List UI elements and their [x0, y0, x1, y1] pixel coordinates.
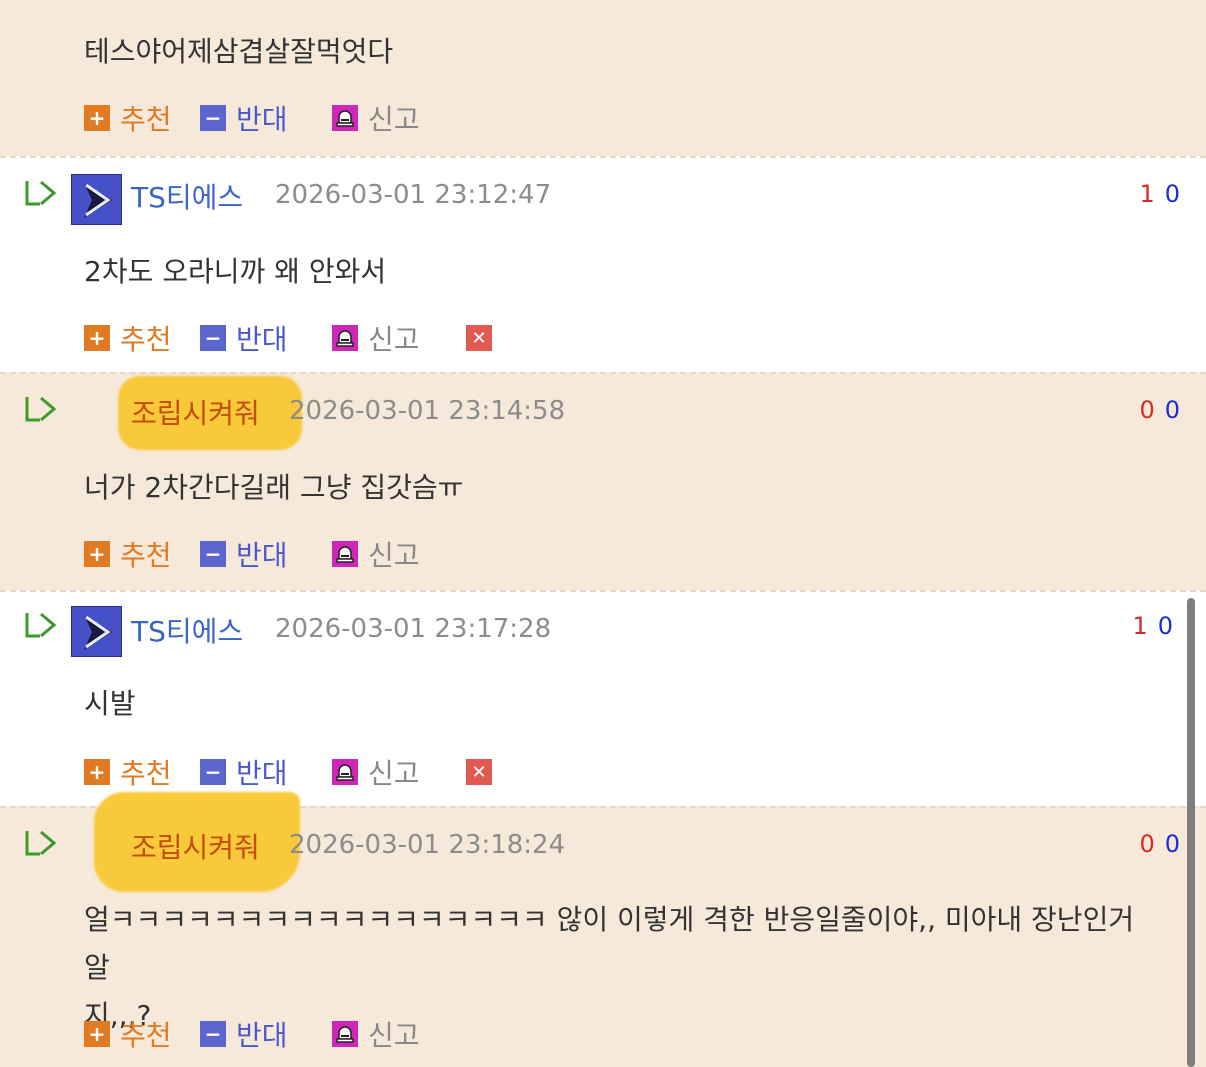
avatar[interactable]	[71, 606, 122, 657]
comment-item: 테스야어제삼겹살잘먹엇다 + 추천 − 반대 신고	[0, 0, 1206, 156]
vote-down-count: 0	[1164, 396, 1180, 424]
report-label: 신고	[368, 757, 420, 790]
plus-icon: +	[84, 1021, 110, 1047]
minus-icon: −	[200, 759, 226, 785]
siren-icon	[332, 541, 358, 567]
report-label: 신고	[368, 1019, 420, 1052]
recommend-label: 추천	[120, 103, 172, 136]
comment-text: 너가 2차간다길래 그냥 집갓슴ㅠ	[84, 471, 464, 504]
plus-icon: +	[84, 759, 110, 785]
close-icon: ✕	[466, 325, 492, 351]
timestamp: 2026-03-01 23:17:28	[275, 614, 552, 644]
oppose-label: 반대	[236, 1019, 288, 1052]
comment-item: TS티에스 2026-03-01 23:12:47 10 2차도 오라니까 왜 …	[0, 156, 1206, 372]
recommend-button[interactable]: + 추천	[84, 1016, 172, 1052]
vote-counts: 10	[1139, 180, 1180, 208]
avatar[interactable]	[71, 174, 122, 225]
oppose-button[interactable]: − 반대	[200, 754, 288, 790]
oppose-label: 반대	[236, 757, 288, 790]
oppose-button[interactable]: − 반대	[200, 100, 288, 136]
report-label: 신고	[368, 103, 420, 136]
reply-arrow-icon	[25, 396, 57, 422]
comment-item: 조립시켜줘 2026-03-01 23:14:58 00 너가 2차간다길래 그…	[0, 372, 1206, 590]
plus-icon: +	[84, 325, 110, 351]
play-arrow-avatar-icon	[72, 607, 121, 656]
timestamp: 2026-03-01 23:12:47	[275, 180, 552, 210]
timestamp: 2026-03-01 23:18:24	[289, 830, 566, 860]
nickname[interactable]: TS티에스	[131, 610, 243, 650]
minus-icon: −	[200, 325, 226, 351]
comment-text: 2차도 오라니까 왜 안와서	[84, 255, 387, 288]
siren-icon	[332, 105, 358, 131]
delete-button[interactable]: ✕	[466, 320, 492, 356]
comment-text: 테스야어제삼겹살잘먹엇다	[84, 35, 394, 68]
comment-text: 시발	[84, 687, 136, 720]
minus-icon: −	[200, 105, 226, 131]
reply-arrow-icon	[25, 612, 57, 638]
reply-arrow-icon	[25, 830, 57, 856]
comment-item: TS티에스 2026-03-01 23:17:28 10 시발 + 추천 − 반…	[0, 590, 1206, 806]
oppose-label: 반대	[236, 539, 288, 572]
vote-up-count: 0	[1139, 396, 1155, 424]
recommend-button[interactable]: + 추천	[84, 100, 172, 136]
recommend-label: 추천	[120, 757, 172, 790]
vote-down-count: 0	[1157, 612, 1173, 640]
report-label: 신고	[368, 323, 420, 356]
siren-icon	[332, 759, 358, 785]
scrollbar[interactable]	[1187, 598, 1195, 1067]
recommend-label: 추천	[120, 323, 172, 356]
report-button[interactable]: 신고	[332, 1016, 420, 1052]
recommend-label: 추천	[120, 539, 172, 572]
oppose-button[interactable]: − 반대	[200, 536, 288, 572]
report-button[interactable]: 신고	[332, 100, 420, 136]
comment-actions: + 추천 − 반대 신고	[84, 1016, 544, 1052]
delete-button[interactable]: ✕	[466, 754, 492, 790]
vote-counts: 00	[1139, 830, 1180, 858]
comment-actions: + 추천 − 반대 신고 ✕	[84, 320, 544, 356]
report-button[interactable]: 신고	[332, 320, 420, 356]
vote-down-count: 0	[1164, 830, 1180, 858]
vote-up-count: 1	[1132, 612, 1148, 640]
plus-icon: +	[84, 541, 110, 567]
oppose-button[interactable]: − 반대	[200, 1016, 288, 1052]
comment-actions: + 추천 − 반대 신고	[84, 536, 544, 572]
minus-icon: −	[200, 1021, 226, 1047]
vote-up-count: 1	[1139, 180, 1155, 208]
report-button[interactable]: 신고	[332, 536, 420, 572]
siren-icon	[332, 1021, 358, 1047]
vote-down-count: 0	[1164, 180, 1180, 208]
comment-item: 조립시켜줘 2026-03-01 23:18:24 00 얼ㅋㅋㅋㅋㅋㅋㅋㅋㅋㅋ…	[0, 792, 1206, 1067]
report-label: 신고	[368, 539, 420, 572]
recommend-button[interactable]: + 추천	[84, 754, 172, 790]
recommend-label: 추천	[120, 1019, 172, 1052]
siren-icon	[332, 325, 358, 351]
nickname[interactable]: 조립시켜줘	[131, 392, 260, 432]
nickname[interactable]: TS티에스	[131, 176, 243, 216]
oppose-button[interactable]: − 반대	[200, 320, 288, 356]
recommend-button[interactable]: + 추천	[84, 320, 172, 356]
comment-actions: + 추천 − 반대 신고 ✕	[84, 754, 544, 790]
nickname[interactable]: 조립시켜줘	[131, 826, 260, 866]
vote-counts: 10	[1132, 612, 1173, 640]
oppose-label: 반대	[236, 323, 288, 356]
oppose-label: 반대	[236, 103, 288, 136]
vote-up-count: 0	[1139, 830, 1155, 858]
comment-actions: + 추천 − 반대 신고	[84, 100, 544, 136]
minus-icon: −	[200, 541, 226, 567]
timestamp: 2026-03-01 23:14:58	[289, 396, 566, 426]
recommend-button[interactable]: + 추천	[84, 536, 172, 572]
vote-counts: 00	[1139, 396, 1180, 424]
comment-list: 테스야어제삼겹살잘먹엇다 + 추천 − 반대 신고 TS티에스 2026-03-…	[0, 0, 1206, 1067]
reply-arrow-icon	[25, 180, 57, 206]
report-button[interactable]: 신고	[332, 754, 420, 790]
plus-icon: +	[84, 105, 110, 131]
play-arrow-avatar-icon	[72, 175, 121, 224]
close-icon: ✕	[466, 759, 492, 785]
